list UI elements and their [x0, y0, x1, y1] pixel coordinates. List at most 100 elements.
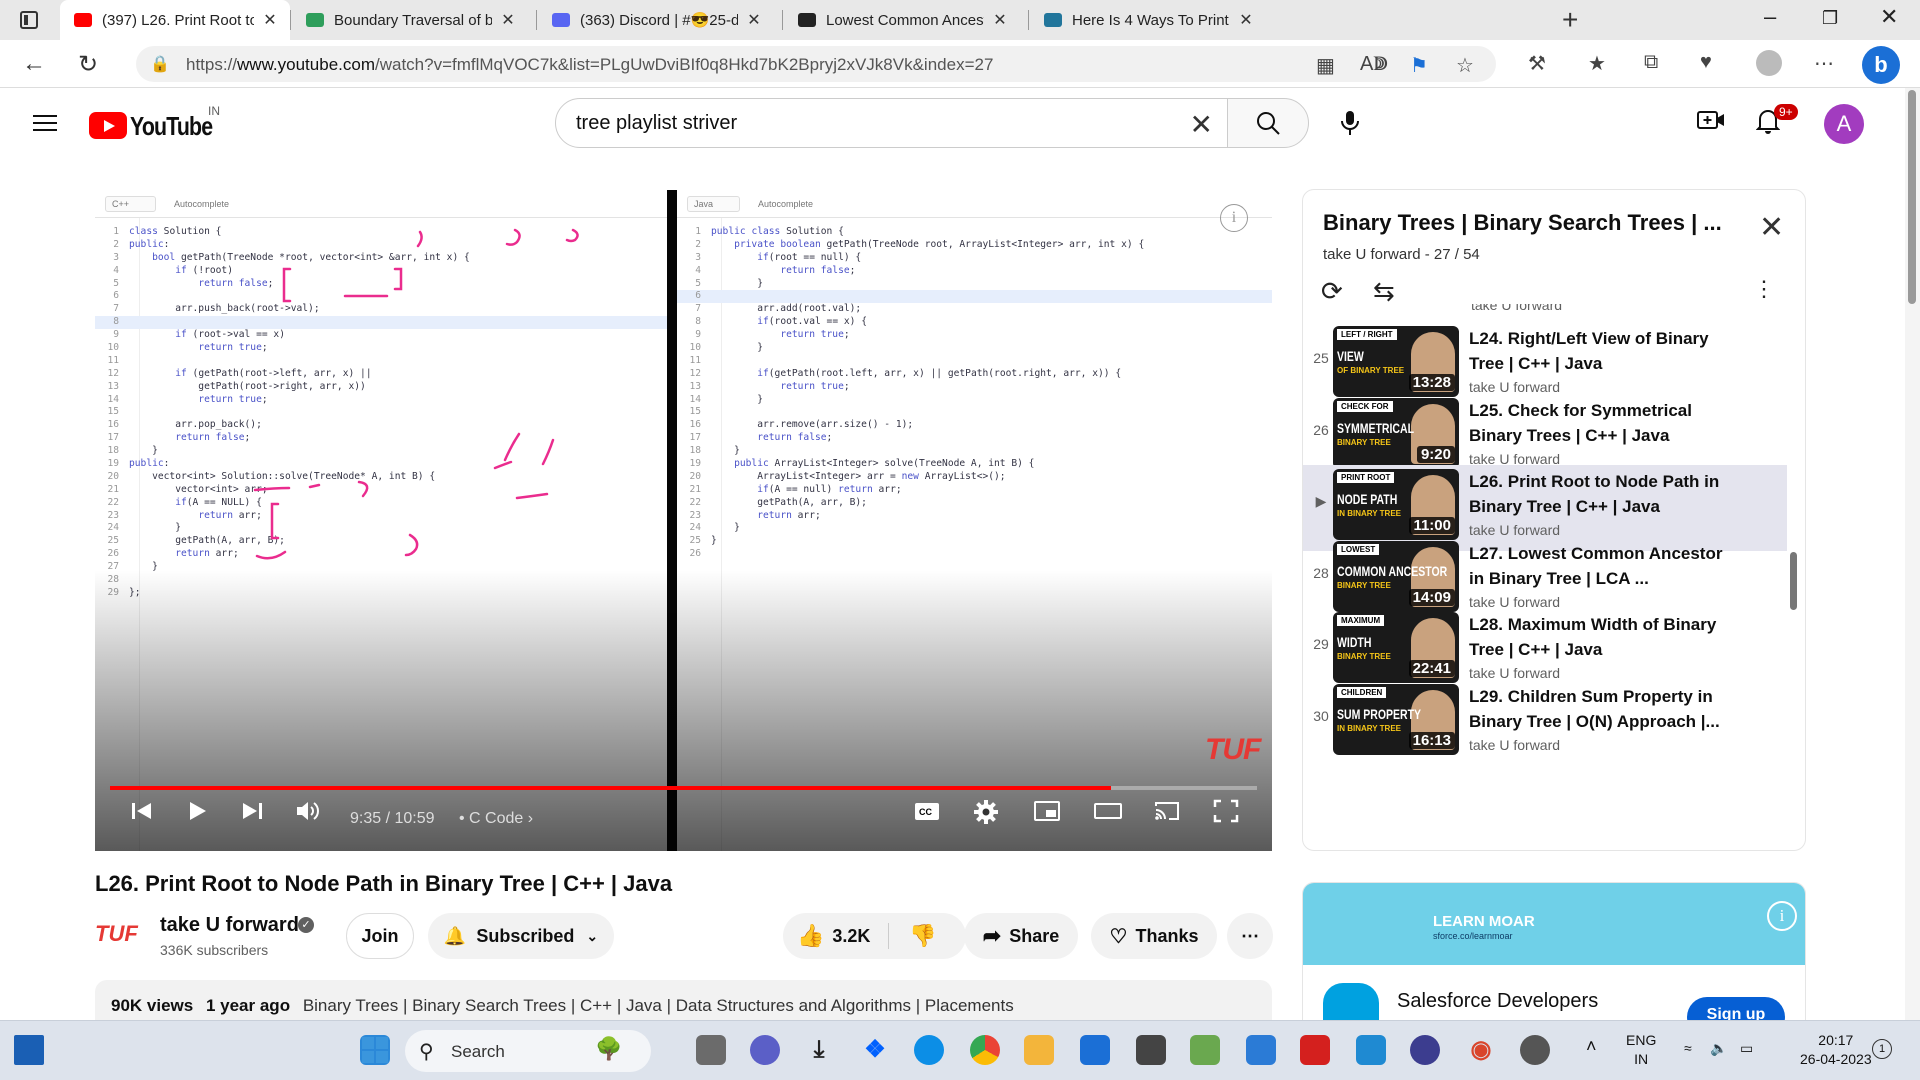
tab-actions-icon[interactable]	[20, 11, 38, 29]
tab-close-icon[interactable]: ✕	[498, 10, 518, 30]
edge-browser-icon[interactable]	[914, 1035, 944, 1065]
browser-tab[interactable]: (397) L26. Print Root to Node Pat ✕	[60, 0, 290, 40]
new-tab-button[interactable]: +	[1562, 4, 1578, 36]
playlist-item-thumbnail[interactable]: CHILDREN SUM PROPERTY IN BINARY TREE 16:13	[1333, 683, 1459, 755]
refresh-icon[interactable]: ↻	[78, 50, 98, 79]
page-scrollbar[interactable]	[1905, 88, 1920, 1020]
language-indicator[interactable]: ENG IN	[1626, 1031, 1656, 1069]
miniplayer-icon[interactable]	[1033, 799, 1061, 830]
channel-name[interactable]: take U forward	[160, 914, 299, 937]
chapter-button[interactable]: • C Code ›	[459, 810, 533, 828]
dropbox-icon[interactable]: ❖	[860, 1035, 890, 1065]
notepad-icon[interactable]	[1246, 1035, 1276, 1065]
vscode-icon[interactable]	[1356, 1035, 1386, 1065]
back-icon[interactable]: ←	[22, 50, 46, 78]
collections-icon[interactable]: ⧉	[1644, 51, 1658, 74]
playlist-item-title[interactable]: L29. Children Sum Property in Binary Tre…	[1469, 684, 1729, 734]
create-video-icon[interactable]	[1697, 108, 1725, 139]
read-aloud-icon[interactable]: Aↇ	[1360, 53, 1388, 76]
lock-icon[interactable]: 🔒	[150, 54, 170, 74]
browser-tab[interactable]: (363) Discord | #😎25-days-of-c ✕	[538, 0, 774, 40]
wifi-icon[interactable]: ≈	[1684, 1039, 1692, 1058]
teams-chat-icon[interactable]	[750, 1035, 780, 1065]
chrome-icon[interactable]	[970, 1035, 1000, 1065]
speaker-icon[interactable]: 🔈	[1710, 1039, 1727, 1058]
search-query[interactable]: tree playlist striver	[576, 112, 737, 135]
show-hidden-icons-chevron-icon[interactable]: ˄	[1586, 1037, 1597, 1056]
playlist-item-thumbnail[interactable]: CHECK FOR SYMMETRICAL BINARY TREE 9:20	[1333, 397, 1459, 469]
clock[interactable]: 20:17 26-04-2023	[1800, 1031, 1872, 1069]
more-icon[interactable]: ⋯	[1814, 51, 1834, 76]
close-playlist-icon[interactable]: ✕	[1759, 210, 1784, 245]
theater-mode-icon[interactable]	[1093, 799, 1123, 830]
clear-search-icon[interactable]: ✕	[1190, 108, 1213, 141]
playlist-item-thumbnail[interactable]: LEFT / RIGHT VIEW OF BINARY TREE 13:28	[1333, 326, 1459, 397]
playlist-scrollbar[interactable]	[1790, 552, 1797, 610]
avatar[interactable]: A	[1824, 104, 1864, 144]
shuffle-icon[interactable]: ⇆	[1373, 276, 1395, 307]
channel-avatar[interactable]: TUF	[95, 921, 138, 947]
app-available-icon[interactable]: ▦	[1316, 53, 1335, 78]
voice-search-button[interactable]	[1325, 98, 1375, 148]
window-close-button[interactable]: ✕	[1880, 4, 1898, 30]
extensions-icon[interactable]: ⚒	[1528, 51, 1546, 76]
youtube-logo-icon[interactable]	[89, 112, 127, 139]
ad-info-icon[interactable]: i	[1767, 901, 1797, 931]
page-scrollbar-thumb[interactable]	[1908, 90, 1916, 304]
like-button[interactable]: 👍 3.2K	[783, 923, 889, 949]
map-pin-app-icon[interactable]: ◉	[1466, 1035, 1496, 1065]
settings-gear-icon[interactable]	[973, 799, 999, 832]
notification-badge[interactable]: 9+	[1774, 104, 1798, 120]
profile-icon[interactable]	[1756, 50, 1782, 76]
fullscreen-icon[interactable]	[1213, 799, 1239, 830]
next-video-icon[interactable]	[240, 799, 264, 830]
favorites-icon[interactable]: ★	[1588, 51, 1606, 76]
playlist-title[interactable]: Binary Trees | Binary Search Trees | ...	[1323, 210, 1722, 236]
more-actions-button[interactable]: ⋯	[1227, 913, 1273, 959]
video-info-icon[interactable]: i	[1220, 204, 1248, 232]
tab-close-icon[interactable]: ✕	[260, 10, 280, 30]
restore-button[interactable]: ❐	[1822, 8, 1838, 29]
url-field[interactable]: 🔒 https://www.youtube.com/watch?v=fmflMq…	[136, 46, 1496, 82]
mail-icon[interactable]	[1080, 1035, 1110, 1065]
advertiser-name[interactable]: Salesforce Developers	[1397, 990, 1598, 1013]
translate-icon[interactable]: ⚑	[1410, 53, 1428, 78]
captions-icon[interactable]: CC	[913, 799, 941, 830]
menu-icon[interactable]	[33, 113, 57, 133]
playlist-more-icon[interactable]: ⋮	[1753, 276, 1775, 302]
spreadsheet-app-icon[interactable]	[1190, 1035, 1220, 1065]
dislike-button[interactable]: 👎	[889, 923, 936, 949]
playlist-item-channel[interactable]: take U forward	[1469, 737, 1560, 753]
bing-copilot-icon[interactable]: b	[1862, 46, 1900, 84]
tab-close-icon[interactable]: ✕	[744, 10, 764, 30]
task-view-icon[interactable]	[696, 1035, 726, 1065]
youtube-logo-text[interactable]: YouTube	[130, 111, 213, 142]
playlist-item-title[interactable]: L26. Print Root to Node Path in Binary T…	[1469, 469, 1729, 519]
description-box[interactable]: 90K views 1 year ago Binary Trees | Bina…	[95, 980, 1272, 1020]
battery-icon[interactable]: ▭	[1740, 1039, 1753, 1058]
browser-tab[interactable]: Here Is 4 Ways To Print ArrayList ✕	[1030, 0, 1266, 40]
sign-up-button[interactable]: Sign up	[1687, 997, 1785, 1021]
notification-center-badge[interactable]: 1	[1872, 1039, 1892, 1059]
join-button[interactable]: Join	[346, 913, 414, 959]
browser-tab[interactable]: Lowest Common Ancestor of a B ✕	[784, 0, 1020, 40]
taskbar-search-box[interactable]: ⚲ Search 🌳	[405, 1030, 651, 1072]
playlist-item-title[interactable]: L25. Check for Symmetrical Binary Trees …	[1469, 398, 1729, 448]
search-input[interactable]: tree playlist striver ✕	[555, 98, 1228, 148]
playlist-item-thumbnail[interactable]: LOWEST COMMON ANCESTOR BINARY TREE 14:09	[1333, 540, 1459, 612]
search-button[interactable]	[1227, 98, 1309, 148]
playlist-item[interactable]: 30 CHILDREN SUM PROPERTY IN BINARY TREE 16:1…	[1303, 680, 1787, 766]
tab-close-icon[interactable]: ✕	[1236, 10, 1256, 30]
subscribed-button[interactable]: 🔔 Subscribed ⌄	[428, 913, 614, 959]
cast-icon[interactable]	[1153, 799, 1181, 830]
widgets-icon[interactable]	[14, 1035, 44, 1065]
browser-tab[interactable]: Boundary Traversal of binary tree ✕	[292, 0, 528, 40]
playlist-item-title[interactable]: L24. Right/Left View of Binary Tree | C+…	[1469, 326, 1729, 376]
playlist-item-title[interactable]: L28. Maximum Width of Binary Tree | C++ …	[1469, 612, 1729, 662]
sponsored-ad[interactable]: LEARN MOAR sforce.co/learnmoar i Salesfo…	[1302, 882, 1806, 1022]
playlist-item-thumbnail[interactable]: PRINT ROOT NODE PATH IN BINARY TREE 11:00	[1333, 469, 1459, 540]
photos-icon[interactable]	[1136, 1035, 1166, 1065]
minimize-button[interactable]: –	[1764, 4, 1776, 30]
play-icon[interactable]	[185, 799, 209, 830]
favorite-add-icon[interactable]: ☆	[1456, 53, 1474, 78]
